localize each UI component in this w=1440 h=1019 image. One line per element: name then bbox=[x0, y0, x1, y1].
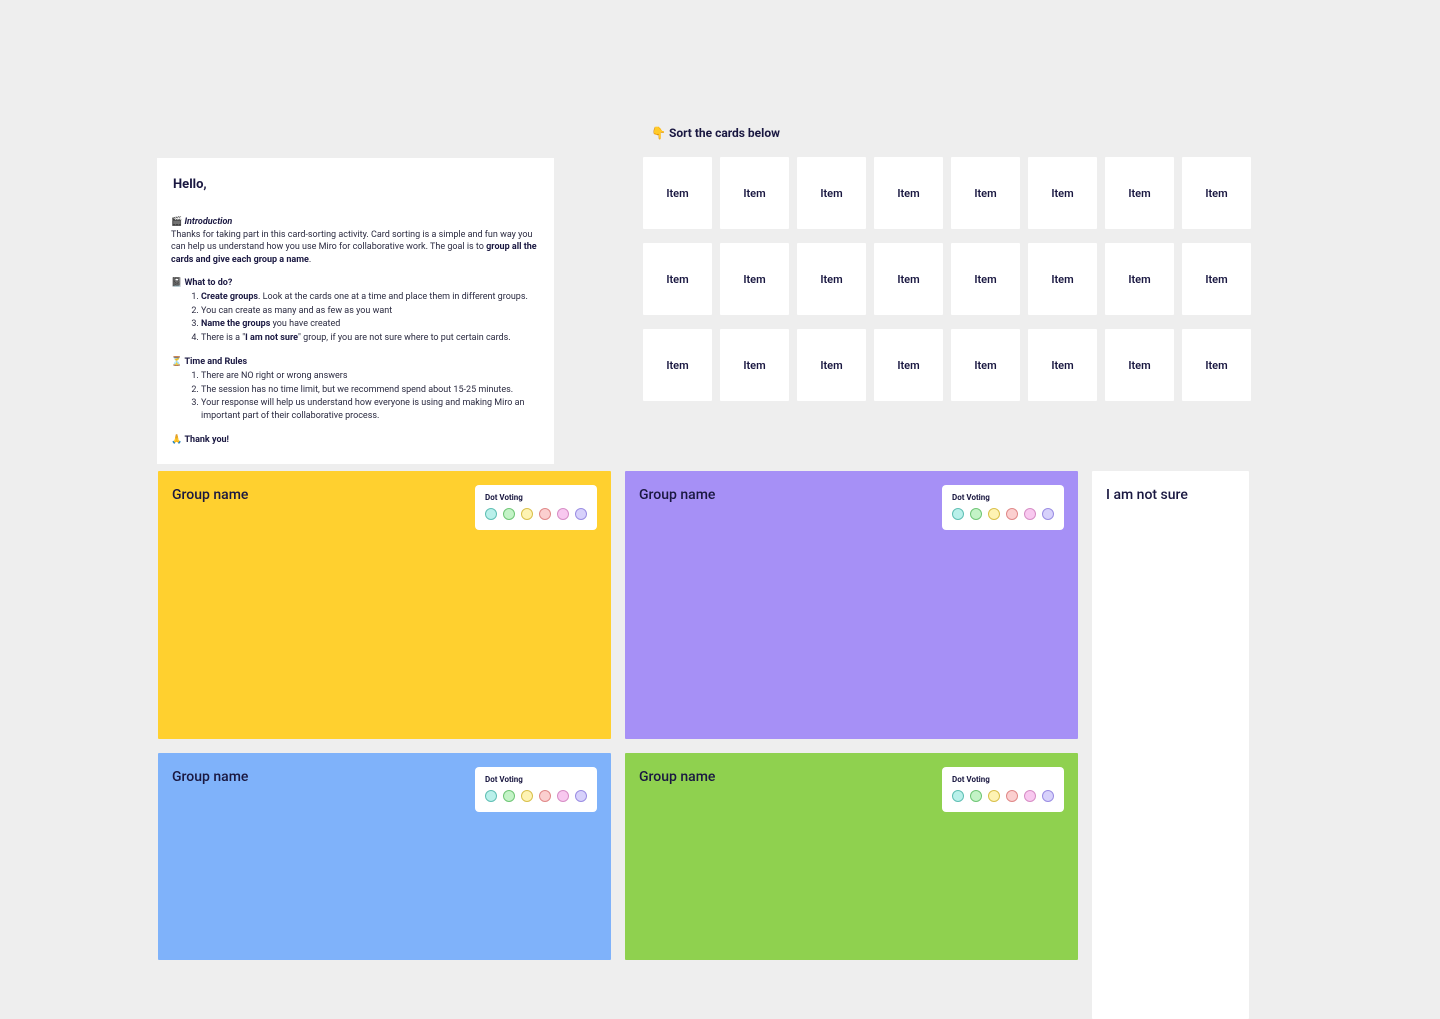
not-sure-title[interactable]: I am not sure bbox=[1106, 487, 1235, 503]
intro-panel: Hello, 🎬 Introduction Thanks for taking … bbox=[157, 158, 554, 464]
dot-voting-dot[interactable] bbox=[952, 790, 964, 802]
intro-rules-item: Your response will help us understand ho… bbox=[201, 397, 540, 423]
sort-card[interactable]: Item bbox=[1028, 243, 1097, 315]
intro-what-heading: What to do? bbox=[184, 278, 232, 288]
intro-thanks: 🙏 Thank you! bbox=[171, 434, 540, 447]
dot-voting-dot[interactable] bbox=[1042, 790, 1054, 802]
dot-voting-panel[interactable]: Dot Voting bbox=[475, 485, 597, 530]
sort-card[interactable]: Item bbox=[720, 329, 789, 401]
dot-voting-dot[interactable] bbox=[1006, 790, 1018, 802]
dot-voting-panel[interactable]: Dot Voting bbox=[475, 767, 597, 812]
dot-voting-dot[interactable] bbox=[988, 508, 1000, 520]
card-grid: ItemItemItemItemItemItemItemItemItemItem… bbox=[643, 157, 1251, 401]
sort-cards-label: 👇 Sort the cards below bbox=[651, 126, 780, 140]
sort-card[interactable]: Item bbox=[1105, 329, 1174, 401]
dot-voting-dot[interactable] bbox=[1024, 790, 1036, 802]
not-sure-zone[interactable]: I am not sure bbox=[1092, 471, 1249, 1019]
sort-card[interactable]: Item bbox=[797, 329, 866, 401]
intro-rules-item: There are NO right or wrong answers bbox=[201, 370, 540, 384]
sort-card[interactable]: Item bbox=[1182, 157, 1251, 229]
hourglass-icon: ⏳ bbox=[171, 357, 182, 367]
intro-introduction-post: . bbox=[309, 255, 311, 265]
groups-row-2: Group name Dot Voting Group name Dot Vot… bbox=[158, 753, 1078, 960]
intro-what-block: 📓 What to do? Create groups. Look at the… bbox=[171, 277, 540, 346]
sort-card[interactable]: Item bbox=[1028, 329, 1097, 401]
group-zone-2[interactable]: Group name Dot Voting bbox=[625, 471, 1078, 739]
dot-voting-dot[interactable] bbox=[485, 508, 497, 520]
dot-voting-dot[interactable] bbox=[575, 508, 587, 520]
sort-card[interactable]: Item bbox=[951, 329, 1020, 401]
dot-voting-dot[interactable] bbox=[503, 508, 515, 520]
group-zone-1[interactable]: Group name Dot Voting bbox=[158, 471, 611, 739]
dot-voting-dot[interactable] bbox=[485, 790, 497, 802]
sort-card[interactable]: Item bbox=[874, 157, 943, 229]
dot-voting-dot[interactable] bbox=[970, 790, 982, 802]
sort-card[interactable]: Item bbox=[720, 243, 789, 315]
dot-voting-dot[interactable] bbox=[539, 508, 551, 520]
dot-voting-dots bbox=[485, 790, 587, 802]
sort-card[interactable]: Item bbox=[643, 157, 712, 229]
groups-row-1: Group name Dot Voting Group name Dot Vot… bbox=[158, 471, 1249, 739]
intro-rules-item: The session has no time limit, but we re… bbox=[201, 384, 540, 398]
sort-card[interactable]: Item bbox=[874, 243, 943, 315]
point-down-icon: 👇 bbox=[651, 126, 666, 140]
sort-card[interactable]: Item bbox=[643, 329, 712, 401]
dot-voting-panel[interactable]: Dot Voting bbox=[942, 485, 1064, 530]
intro-introduction-block: 🎬 Introduction Thanks for taking part in… bbox=[171, 216, 540, 266]
dot-voting-dot[interactable] bbox=[521, 508, 533, 520]
dot-voting-dot[interactable] bbox=[503, 790, 515, 802]
dot-voting-label: Dot Voting bbox=[952, 775, 1054, 784]
dot-voting-dot[interactable] bbox=[1024, 508, 1036, 520]
intro-hello: Hello, bbox=[173, 176, 540, 194]
intro-what-list: Create groups. Look at the cards one at … bbox=[171, 291, 540, 345]
sort-card[interactable]: Item bbox=[874, 329, 943, 401]
dot-voting-label: Dot Voting bbox=[485, 775, 587, 784]
intro-rules-block: ⏳ Time and Rules There are NO right or w… bbox=[171, 356, 540, 424]
sort-card[interactable]: Item bbox=[797, 157, 866, 229]
notebook-icon: 📓 bbox=[171, 278, 182, 288]
sort-cards-text: Sort the cards below bbox=[669, 126, 780, 140]
canvas[interactable]: Hello, 🎬 Introduction Thanks for taking … bbox=[0, 0, 1440, 960]
dot-voting-dot[interactable] bbox=[521, 790, 533, 802]
sort-card[interactable]: Item bbox=[1105, 157, 1174, 229]
sort-card[interactable]: Item bbox=[797, 243, 866, 315]
intro-what-item: You can create as many and as few as you… bbox=[201, 305, 540, 319]
pray-icon: 🙏 bbox=[171, 435, 182, 445]
intro-thanks-text: Thank you! bbox=[184, 435, 229, 445]
dot-voting-dots bbox=[485, 508, 587, 520]
sort-card[interactable]: Item bbox=[643, 243, 712, 315]
sort-card[interactable]: Item bbox=[951, 157, 1020, 229]
intro-introduction-body: Thanks for taking part in this card-sort… bbox=[171, 229, 540, 267]
dot-voting-dots bbox=[952, 790, 1054, 802]
intro-rules-heading: Time and Rules bbox=[184, 357, 247, 367]
dot-voting-dot[interactable] bbox=[575, 790, 587, 802]
group-zone-4[interactable]: Group name Dot Voting bbox=[625, 753, 1078, 960]
group-zone-3[interactable]: Group name Dot Voting bbox=[158, 753, 611, 960]
intro-introduction-heading: Introduction bbox=[184, 217, 232, 227]
dot-voting-label: Dot Voting bbox=[952, 493, 1054, 502]
intro-introduction-pre: Thanks for taking part in this card-sort… bbox=[171, 230, 532, 253]
dot-voting-dot[interactable] bbox=[557, 508, 569, 520]
dot-voting-dot[interactable] bbox=[557, 790, 569, 802]
sort-card[interactable]: Item bbox=[720, 157, 789, 229]
film-icon: 🎬 bbox=[171, 217, 182, 227]
dot-voting-dot[interactable] bbox=[1006, 508, 1018, 520]
intro-rules-list: There are NO right or wrong answersThe s… bbox=[171, 370, 540, 423]
sort-card[interactable]: Item bbox=[951, 243, 1020, 315]
sort-card[interactable]: Item bbox=[1028, 157, 1097, 229]
sort-card[interactable]: Item bbox=[1182, 329, 1251, 401]
dot-voting-panel[interactable]: Dot Voting bbox=[942, 767, 1064, 812]
dot-voting-dot[interactable] bbox=[970, 508, 982, 520]
dot-voting-dots bbox=[952, 508, 1054, 520]
intro-what-item: Name the groups you have created bbox=[201, 318, 540, 332]
dot-voting-dot[interactable] bbox=[988, 790, 1000, 802]
intro-what-item: There is a "I am not sure" group, if you… bbox=[201, 332, 540, 346]
dot-voting-label: Dot Voting bbox=[485, 493, 587, 502]
dot-voting-dot[interactable] bbox=[1042, 508, 1054, 520]
sort-card[interactable]: Item bbox=[1182, 243, 1251, 315]
dot-voting-dot[interactable] bbox=[539, 790, 551, 802]
sort-card[interactable]: Item bbox=[1105, 243, 1174, 315]
intro-what-item: Create groups. Look at the cards one at … bbox=[201, 291, 540, 305]
dot-voting-dot[interactable] bbox=[952, 508, 964, 520]
